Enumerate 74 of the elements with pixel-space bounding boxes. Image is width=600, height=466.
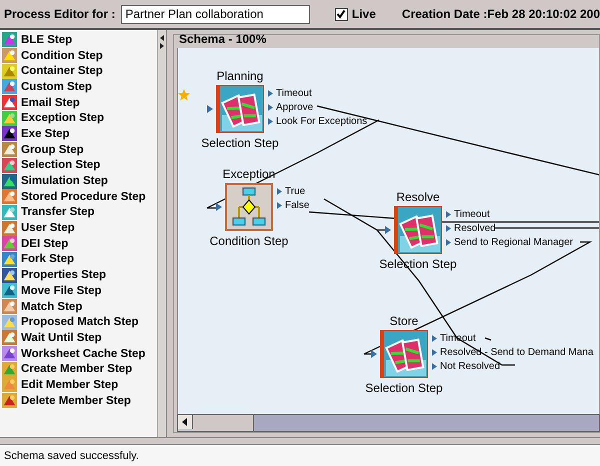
- step-name: Planning: [216, 69, 264, 83]
- input-port-icon[interactable]: [216, 203, 222, 211]
- palette-item[interactable]: Simulation Step: [0, 173, 157, 189]
- status-message: Schema saved successfuly.: [4, 450, 139, 462]
- step-name: Resolve: [396, 190, 440, 204]
- palette-item[interactable]: Email Step: [0, 94, 157, 110]
- palette-item[interactable]: Stored Procedure Step: [0, 188, 157, 205]
- palette-item[interactable]: User Step: [0, 220, 157, 236]
- cards-icon[interactable]: [216, 85, 264, 133]
- port-label: Resolved - Send to Demand Mana: [440, 346, 594, 358]
- input-port-icon[interactable]: [207, 105, 213, 113]
- palette-item[interactable]: Match Step: [0, 298, 157, 314]
- palette-item[interactable]: Selection Step: [0, 158, 157, 174]
- checkbox-label: Live: [352, 7, 376, 21]
- step-type-label: Selection Step: [201, 136, 279, 150]
- palette-item[interactable]: Fork Step: [0, 252, 157, 268]
- step-icon: [2, 174, 17, 189]
- palette-item[interactable]: Container Step: [0, 63, 157, 80]
- port-label: Look For Exceptions: [276, 116, 368, 126]
- input-port-icon[interactable]: [385, 226, 391, 234]
- port-label: Approve: [276, 102, 314, 112]
- step-name: Exception: [222, 167, 276, 181]
- step-name: Store: [390, 314, 418, 328]
- scrollbar[interactable]: [157, 30, 166, 437]
- creation-date: Creation Date :Feb 28 20:10:02 200: [402, 7, 600, 21]
- field-label: Process Editor for :: [4, 7, 116, 21]
- step-icon: [2, 110, 17, 126]
- checkbox[interactable]: [334, 8, 348, 20]
- port-label: False: [285, 200, 310, 210]
- palette-item[interactable]: BLE Step: [0, 32, 157, 48]
- port-label: Timeout: [276, 88, 312, 98]
- step-icon: [2, 362, 17, 377]
- palette-item[interactable]: Create Member Step: [0, 361, 157, 378]
- palette-item[interactable]: Exe Step: [0, 126, 157, 142]
- cards-icon[interactable]: [380, 330, 428, 378]
- step-icon: [2, 393, 17, 408]
- step-icon: [2, 64, 17, 79]
- step-icon: [2, 236, 17, 252]
- palette-item[interactable]: Proposed Match Step: [0, 314, 157, 330]
- palette-item[interactable]: Worksheet Cache Step: [0, 346, 157, 362]
- palette-item[interactable]: Move File Step: [0, 283, 157, 299]
- palette-item[interactable]: Delete Member Step: [0, 392, 157, 408]
- step-type-label: Condition Step: [210, 234, 288, 248]
- palette-item[interactable]: Group Step: [0, 142, 157, 158]
- step-icon: [2, 158, 17, 173]
- process-name-field[interactable]: Partner Plan collaboration: [121, 4, 310, 24]
- step-icon: [2, 252, 17, 267]
- scroll-arrows-icon[interactable]: [159, 34, 165, 50]
- port-label: Timeout: [454, 208, 490, 220]
- palette-item[interactable]: Properties Step: [0, 267, 157, 283]
- palette-item[interactable]: Custom Step: [0, 79, 157, 95]
- scroll-thumb[interactable]: [193, 415, 254, 431]
- checkmark-icon: [336, 9, 346, 19]
- step-icon: [2, 283, 17, 298]
- panel-title: Schema - 100%: [179, 32, 266, 46]
- port-label: Not Resolved: [440, 360, 500, 372]
- step-icon: [2, 268, 17, 283]
- cards-icon[interactable]: [394, 206, 442, 254]
- port-label: True: [285, 186, 306, 196]
- port-label: Resolved: [454, 222, 496, 234]
- palette-item[interactable]: DEI Step: [0, 236, 157, 252]
- palette-item[interactable]: Edit Member Step: [0, 377, 157, 393]
- palette-item[interactable]: Wait Until Step: [0, 330, 157, 346]
- step-icon: [2, 314, 17, 330]
- palette-item[interactable]: Exception Step: [0, 110, 157, 126]
- scrollbar[interactable]: [177, 414, 600, 432]
- scroll-left-icon[interactable]: [178, 415, 193, 429]
- palette-item[interactable]: Transfer Step: [0, 204, 157, 220]
- step-icon: [2, 377, 17, 392]
- port-label: Send to Regional Manager: [454, 236, 573, 248]
- step-type-label: Selection Step: [365, 381, 443, 395]
- input-port-icon[interactable]: [371, 350, 377, 358]
- palette-item[interactable]: Condition Step: [0, 48, 157, 64]
- flowchart-icon[interactable]: [225, 183, 273, 231]
